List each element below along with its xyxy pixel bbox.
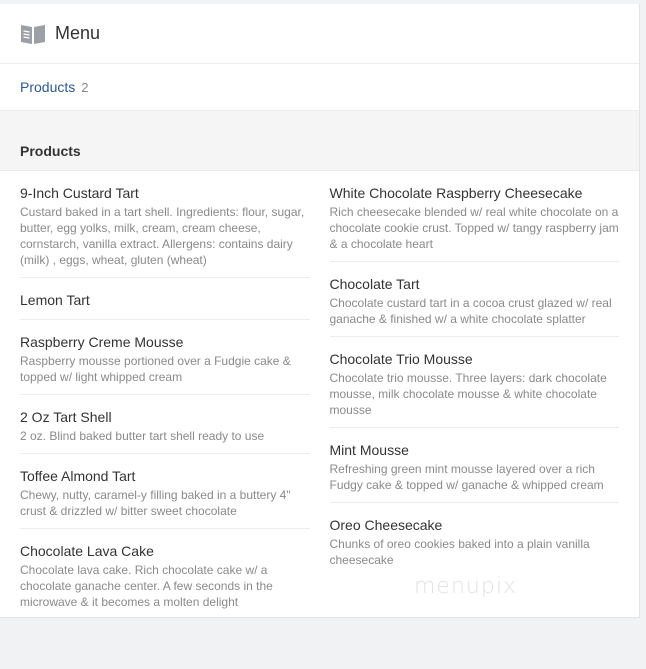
left-column: 9-Inch Custard Tart Custard baked in a t… [20, 171, 310, 619]
section-title: Products [20, 143, 81, 159]
list-item: Chocolate Trio Mousse Chocolate trio mou… [329, 337, 619, 428]
item-description: Chocolate custard tart in a cocoa crust … [329, 296, 612, 326]
item-description: Rich cheesecake blended w/ real white ch… [329, 205, 619, 251]
menu-card: Menu Products 2 Products 9-Inch Custard … [0, 4, 640, 618]
item-name: Lemon Tart [20, 292, 90, 308]
item-description: Custard baked in a tart shell. Ingredien… [20, 205, 305, 267]
list-item: White Chocolate Raspberry Cheesecake Ric… [329, 171, 619, 262]
item-description: Refreshing green mint mousse layered ove… [329, 462, 604, 492]
list-item: Chocolate Lava Cake Chocolate lava cake.… [20, 529, 310, 619]
item-description: Chocolate lava cake. Rich chocolate cake… [20, 563, 273, 609]
item-name: White Chocolate Raspberry Cheesecake [329, 185, 583, 201]
menu-header: Menu [0, 4, 639, 64]
item-name: Toffee Almond Tart [20, 468, 136, 484]
item-name: Mint Mousse [329, 442, 409, 458]
tab-products[interactable]: Products [20, 79, 75, 95]
list-item: Toffee Almond Tart Chewy, nutty, caramel… [20, 454, 310, 529]
item-description: Chunks of oreo cookies baked into a plai… [329, 537, 590, 567]
item-name: Chocolate Tart [329, 276, 420, 292]
item-name: 9-Inch Custard Tart [20, 185, 139, 201]
section-header: Products [0, 110, 639, 171]
item-description: Raspberry mousse portioned over a Fudgie… [20, 354, 291, 384]
list-item: 2 Oz Tart Shell 2 oz. Blind baked butter… [20, 395, 310, 454]
list-item: Raspberry Creme Mousse Raspberry mousse … [20, 320, 310, 395]
right-column: White Chocolate Raspberry Cheesecake Ric… [329, 171, 620, 619]
item-description: Chocolate trio mousse. Three layers: dar… [329, 371, 607, 417]
watermark: menupix [414, 574, 517, 599]
item-description: 2 oz. Blind baked butter tart shell read… [20, 429, 265, 443]
list-item: Mint Mousse Refreshing green mint mousse… [329, 428, 619, 503]
tab-products-count: 2 [81, 79, 89, 95]
tab-bar: Products 2 [0, 64, 639, 110]
item-name: Chocolate Trio Mousse [329, 351, 473, 367]
item-name: Raspberry Creme Mousse [20, 334, 184, 350]
item-name: Chocolate Lava Cake [20, 543, 154, 559]
list-item: Lemon Tart [20, 278, 310, 320]
item-name: Oreo Cheesecake [329, 517, 443, 533]
item-name: 2 Oz Tart Shell [20, 409, 112, 425]
product-columns: 9-Inch Custard Tart Custard baked in a t… [0, 171, 639, 619]
item-description: Chewy, nutty, caramel-y filling baked in… [20, 488, 291, 518]
list-item: 9-Inch Custard Tart Custard baked in a t… [20, 171, 310, 278]
list-item: Chocolate Tart Chocolate custard tart in… [329, 262, 619, 337]
page-title: Menu [55, 23, 101, 43]
book-icon [20, 22, 46, 46]
list-item: Oreo Cheesecake Chunks of oreo cookies b… [330, 503, 620, 577]
